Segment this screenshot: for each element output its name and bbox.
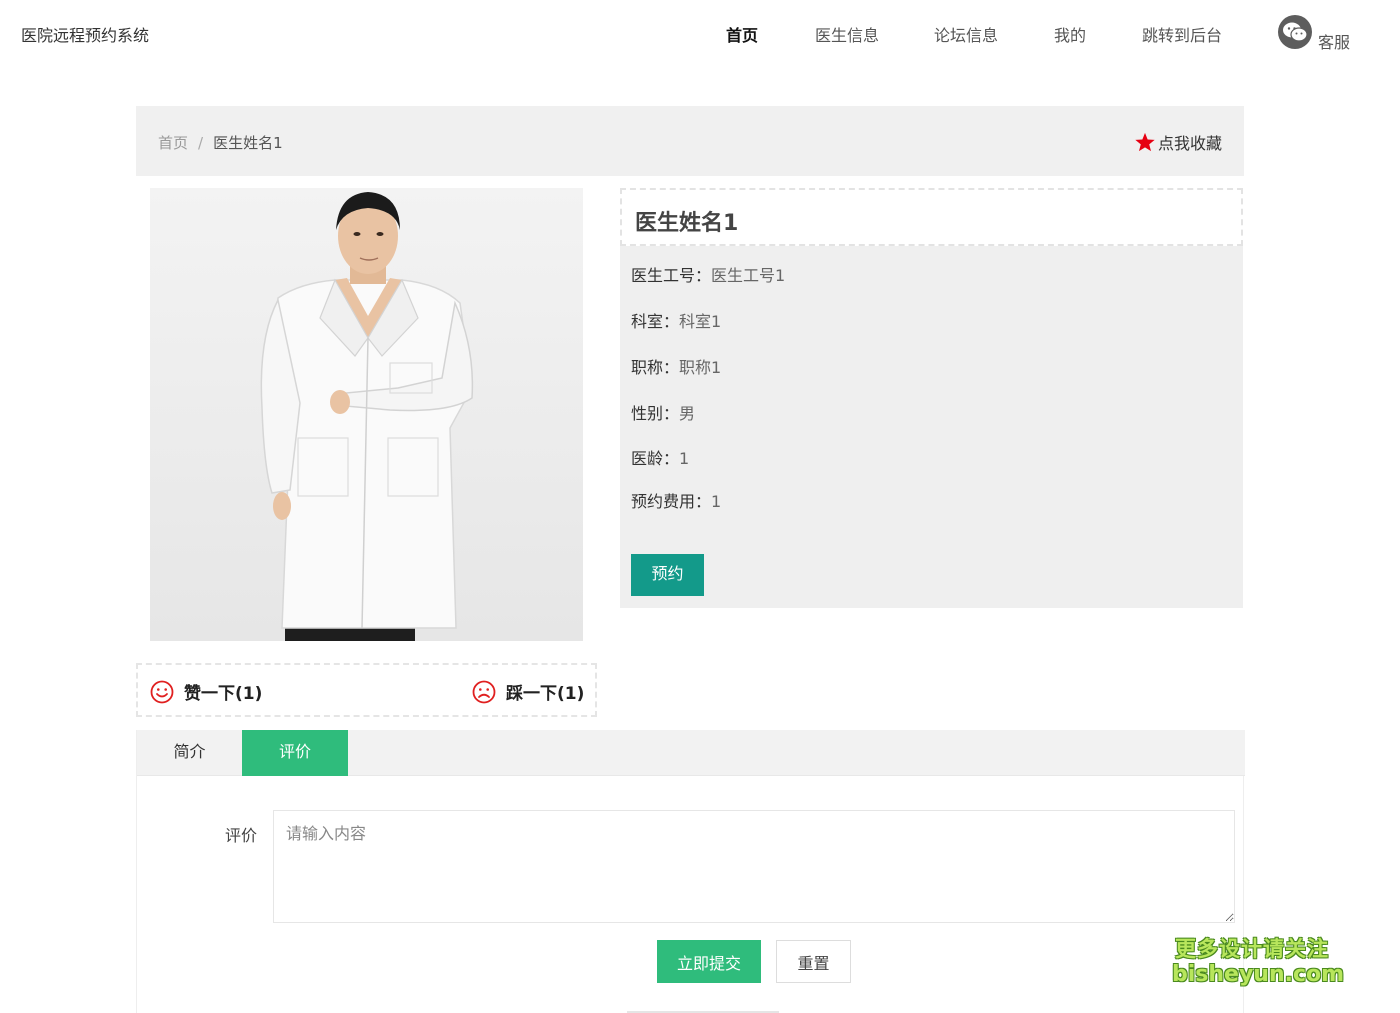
frown-icon (472, 680, 496, 703)
favorite-button[interactable]: 点我收藏 (1134, 130, 1222, 154)
info-row-id: 医生工号：医生工号1 (631, 266, 786, 285)
favorite-label: 点我收藏 (1157, 134, 1222, 153)
info-row-department: 科室：科室1 (631, 312, 722, 331)
breadcrumb-current: 医生姓名1 (213, 134, 283, 152)
review-label: 评价 (225, 826, 258, 845)
tab-review[interactable]: 评价 (242, 730, 348, 776)
star-icon (1135, 132, 1155, 151)
nav-item-forum[interactable]: 论坛信息 (934, 22, 998, 46)
info-row-fee: 预约费用：1 (631, 492, 722, 511)
vote-box: 赞一下(1) 踩一下(1) (136, 663, 597, 717)
nav-item-home[interactable]: 首页 (726, 22, 758, 46)
watermark: 更多设计请关注 bisheyun.com (1172, 936, 1345, 988)
dislike-label: 踩一下(1) (506, 684, 585, 704)
reset-button[interactable]: 重置 (776, 940, 851, 983)
breadcrumb-separator: / (198, 134, 204, 152)
doctor-info-panel: 医生工号：医生工号1 科室：科室1 职称：职称1 性别：男 医龄：1 预约费用：… (620, 246, 1243, 608)
dislike-button[interactable]: 踩一下(1) (472, 679, 584, 704)
nav-item-doctors[interactable]: 医生信息 (815, 22, 879, 46)
info-row-gender: 性别：男 (631, 404, 696, 423)
book-button[interactable]: 预约 (631, 554, 704, 596)
breadcrumb-home[interactable]: 首页 (158, 134, 188, 152)
info-row-experience: 医龄：1 (631, 449, 690, 468)
main-nav: 首页 医生信息 论坛信息 我的 跳转到后台 (0, 22, 1400, 46)
watermark-line1: 更多设计请关注 (1175, 937, 1329, 961)
like-button[interactable]: 赞一下(1) (150, 679, 262, 704)
doctor-name-box: 医生姓名1 (620, 188, 1243, 246)
service-label[interactable]: 客服 (1318, 29, 1350, 53)
wechat-icon[interactable] (1278, 15, 1312, 49)
doctor-name: 医生姓名1 (635, 211, 739, 236)
top-header: 医院远程预约系统 首页 医生信息 论坛信息 我的 跳转到后台 客服 (0, 0, 1400, 70)
watermark-line2: bisheyun.com (1172, 962, 1345, 987)
info-row-title: 职称：职称1 (631, 358, 722, 377)
breadcrumb: 首页 / 医生姓名1 (158, 132, 283, 153)
nav-item-admin[interactable]: 跳转到后台 (1142, 22, 1222, 46)
submit-button[interactable]: 立即提交 (657, 940, 761, 983)
detail-tabs: 简介 评价 评价 立即提交 重置 (136, 730, 1245, 1013)
nav-item-mine[interactable]: 我的 (1054, 22, 1086, 46)
tab-intro[interactable]: 简介 (137, 730, 242, 776)
smile-icon (150, 680, 174, 703)
tab-header: 简介 评价 (137, 730, 1245, 776)
review-textarea[interactable] (273, 810, 1235, 923)
breadcrumb-bar: 首页 / 医生姓名1 点我收藏 (136, 106, 1244, 176)
doctor-photo (150, 188, 583, 641)
like-label: 赞一下(1) (184, 684, 263, 704)
